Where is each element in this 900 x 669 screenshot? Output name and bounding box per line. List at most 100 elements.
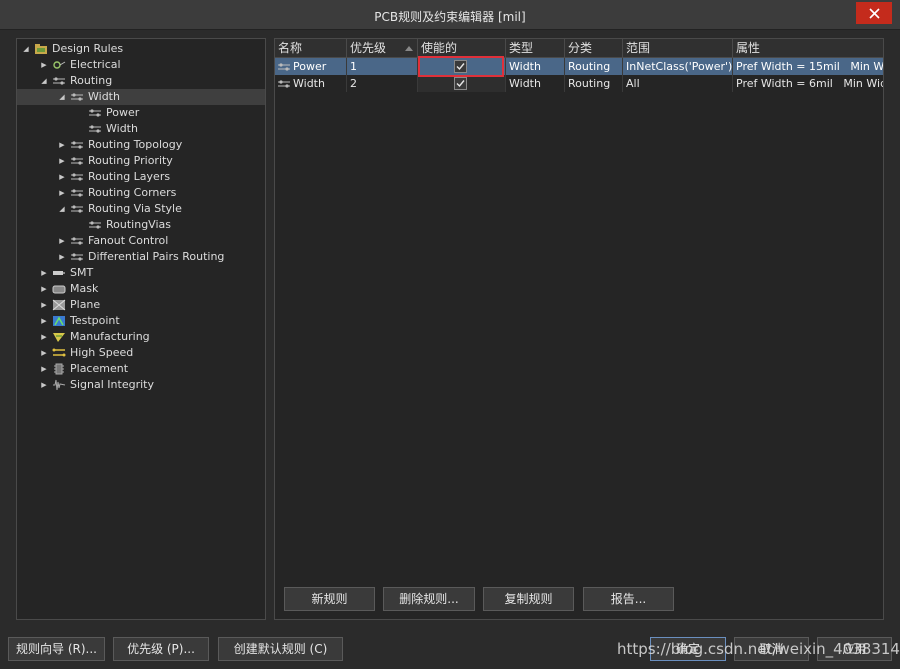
tree-item-signal-integrity[interactable]: ▶ Signal Integrity bbox=[39, 377, 265, 393]
rule-priority[interactable]: 2 bbox=[347, 75, 418, 92]
routing-rule-icon bbox=[70, 171, 84, 183]
table-row[interactable]: Width 2 Width Routing All Pref Width = 6… bbox=[275, 75, 883, 92]
collapsed-arrow-icon[interactable]: ▶ bbox=[39, 348, 49, 358]
create-default-rules-button[interactable]: 创建默认规则 (C) bbox=[218, 637, 343, 661]
rule-name-cell[interactable]: Width bbox=[275, 75, 347, 92]
expanded-arrow-icon[interactable]: ◢ bbox=[39, 76, 49, 86]
col-header-attributes[interactable]: 属性 bbox=[733, 39, 883, 58]
window-title: PCB规则及约束编辑器 [mil] bbox=[374, 10, 526, 24]
rule-category[interactable]: Routing bbox=[565, 58, 623, 75]
close-button[interactable] bbox=[856, 2, 892, 24]
tree-item-electrical[interactable]: ▶ Electrical bbox=[39, 57, 265, 73]
expanded-arrow-icon[interactable]: ◢ bbox=[57, 204, 67, 214]
priorities-button[interactable]: 优先级 (P)... bbox=[113, 637, 209, 661]
collapsed-arrow-icon[interactable]: ▶ bbox=[57, 188, 67, 198]
col-header-category[interactable]: 分类 bbox=[565, 39, 623, 58]
collapsed-arrow-icon[interactable]: ▶ bbox=[39, 316, 49, 326]
mask-rule-icon bbox=[52, 283, 66, 295]
tree-item-label: Plane bbox=[70, 298, 101, 311]
collapsed-arrow-icon[interactable]: ▶ bbox=[57, 172, 67, 182]
collapsed-arrow-icon[interactable]: ▶ bbox=[39, 380, 49, 390]
width-rule-icon bbox=[70, 91, 84, 103]
tree-item-high-speed[interactable]: ▶ High Speed bbox=[39, 345, 265, 361]
collapsed-arrow-icon[interactable]: ▶ bbox=[39, 268, 49, 278]
expanded-arrow-icon[interactable]: ◢ bbox=[21, 44, 31, 54]
width-rule-icon bbox=[278, 63, 290, 71]
collapsed-arrow-icon[interactable]: ▶ bbox=[57, 252, 67, 262]
tree-item-label: Design Rules bbox=[52, 42, 124, 55]
tree-item-routing-topology[interactable]: ▶ Routing Topology bbox=[57, 137, 265, 153]
expanded-arrow-icon[interactable]: ◢ bbox=[57, 92, 67, 102]
tree-item-plane[interactable]: ▶ Plane bbox=[39, 297, 265, 313]
rule-priority[interactable]: 1 bbox=[347, 58, 418, 75]
rules-tree[interactable]: ◢ Design Rules ▶ Electrical ◢ Routing ◢ Width Po… bbox=[16, 38, 266, 620]
tree-item-testpoint[interactable]: ▶ Testpoint bbox=[39, 313, 265, 329]
col-header-name[interactable]: 名称 bbox=[275, 39, 347, 58]
width-rule-icon bbox=[88, 107, 102, 119]
testpoint-rule-icon bbox=[52, 315, 66, 327]
collapsed-arrow-icon[interactable]: ▶ bbox=[39, 284, 49, 294]
tree-item-label: Width bbox=[106, 122, 138, 135]
col-header-type[interactable]: 类型 bbox=[506, 39, 565, 58]
report-button[interactable]: 报告... bbox=[583, 587, 674, 611]
tree-item-width[interactable]: ◢ Width bbox=[17, 89, 265, 105]
tree-item-routing-via-style[interactable]: ◢ Routing Via Style bbox=[57, 201, 265, 217]
tree-item-smt[interactable]: ▶ SMT bbox=[39, 265, 265, 281]
tree-item-routing-layers[interactable]: ▶ Routing Layers bbox=[57, 169, 265, 185]
design-rules-folder-icon bbox=[34, 43, 48, 55]
routing-rule-icon bbox=[70, 187, 84, 199]
rule-scope[interactable]: All bbox=[623, 75, 733, 92]
table-row[interactable]: Power 1 Width Routing InNetClass('Power'… bbox=[275, 58, 883, 75]
rule-attributes[interactable]: Pref Width = 15mil Min Wi bbox=[733, 58, 883, 75]
tree-item-routing-corners[interactable]: ▶ Routing Corners bbox=[57, 185, 265, 201]
collapsed-arrow-icon[interactable]: ▶ bbox=[39, 364, 49, 374]
rule-scope[interactable]: InNetClass('Power') bbox=[623, 58, 733, 75]
delete-rule-button[interactable]: 删除规则... bbox=[383, 587, 475, 611]
collapsed-arrow-icon[interactable]: ▶ bbox=[39, 60, 49, 70]
collapsed-arrow-icon[interactable]: ▶ bbox=[57, 236, 67, 246]
tree-item-fanout-control[interactable]: ▶ Fanout Control bbox=[57, 233, 265, 249]
width-rule-icon bbox=[278, 80, 290, 88]
tree-item-mask[interactable]: ▶ Mask bbox=[39, 281, 265, 297]
tree-item-routing[interactable]: ◢ Routing bbox=[39, 73, 265, 89]
tree-item-manufacturing[interactable]: ▶ Manufacturing bbox=[39, 329, 265, 345]
tree-item-width[interactable]: Width bbox=[75, 121, 265, 137]
routing-rule-icon bbox=[70, 251, 84, 263]
rules-grid[interactable]: 名称 优先级 使能的 类型 分类 范围 属性 Power 1 Width Rou… bbox=[274, 38, 884, 620]
rule-enabled-cell[interactable] bbox=[418, 75, 506, 92]
collapsed-arrow-icon[interactable]: ▶ bbox=[39, 332, 49, 342]
tree-item-label: Signal Integrity bbox=[70, 378, 154, 391]
tree-item-label: SMT bbox=[70, 266, 94, 279]
signal-integrity-rule-icon bbox=[52, 379, 66, 391]
copy-rule-button[interactable]: 复制规则 bbox=[483, 587, 574, 611]
tree-item-power[interactable]: Power bbox=[75, 105, 265, 121]
tree-item-routingvias[interactable]: RoutingVias bbox=[75, 217, 265, 233]
tree-item-label: Routing Layers bbox=[88, 170, 171, 183]
rule-wizard-button[interactable]: 规则向导 (R)... bbox=[8, 637, 105, 661]
rule-category[interactable]: Routing bbox=[565, 75, 623, 92]
tree-item-differential-pairs-routing[interactable]: ▶ Differential Pairs Routing bbox=[57, 249, 265, 265]
rule-attributes[interactable]: Pref Width = 6mil Min Wid bbox=[733, 75, 883, 92]
tree-item-routing-priority[interactable]: ▶ Routing Priority bbox=[57, 153, 265, 169]
collapsed-arrow-icon[interactable]: ▶ bbox=[57, 140, 67, 150]
enabled-checkbox[interactable] bbox=[454, 77, 467, 90]
watermark-text: https://blog.csdn.net/weixin_40383143 bbox=[617, 640, 900, 658]
smt-rule-icon bbox=[52, 267, 66, 279]
col-header-scope[interactable]: 范围 bbox=[623, 39, 733, 58]
tree-item-label: Power bbox=[106, 106, 140, 119]
sort-ascending-icon bbox=[405, 46, 413, 51]
tree-item-label: Routing Topology bbox=[88, 138, 183, 151]
new-rule-button[interactable]: 新规则 bbox=[284, 587, 375, 611]
rule-name-cell[interactable]: Power bbox=[275, 58, 347, 75]
collapsed-arrow-icon[interactable]: ▶ bbox=[57, 156, 67, 166]
routing-rule-icon bbox=[52, 75, 66, 87]
tree-item-label: Mask bbox=[70, 282, 99, 295]
col-header-priority[interactable]: 优先级 bbox=[347, 39, 418, 58]
tree-item-placement[interactable]: ▶ Placement bbox=[39, 361, 265, 377]
rule-type[interactable]: Width bbox=[506, 58, 565, 75]
collapsed-arrow-icon[interactable]: ▶ bbox=[39, 300, 49, 310]
tree-item-design-rules[interactable]: ◢ Design Rules bbox=[21, 41, 265, 57]
rule-type[interactable]: Width bbox=[506, 75, 565, 92]
